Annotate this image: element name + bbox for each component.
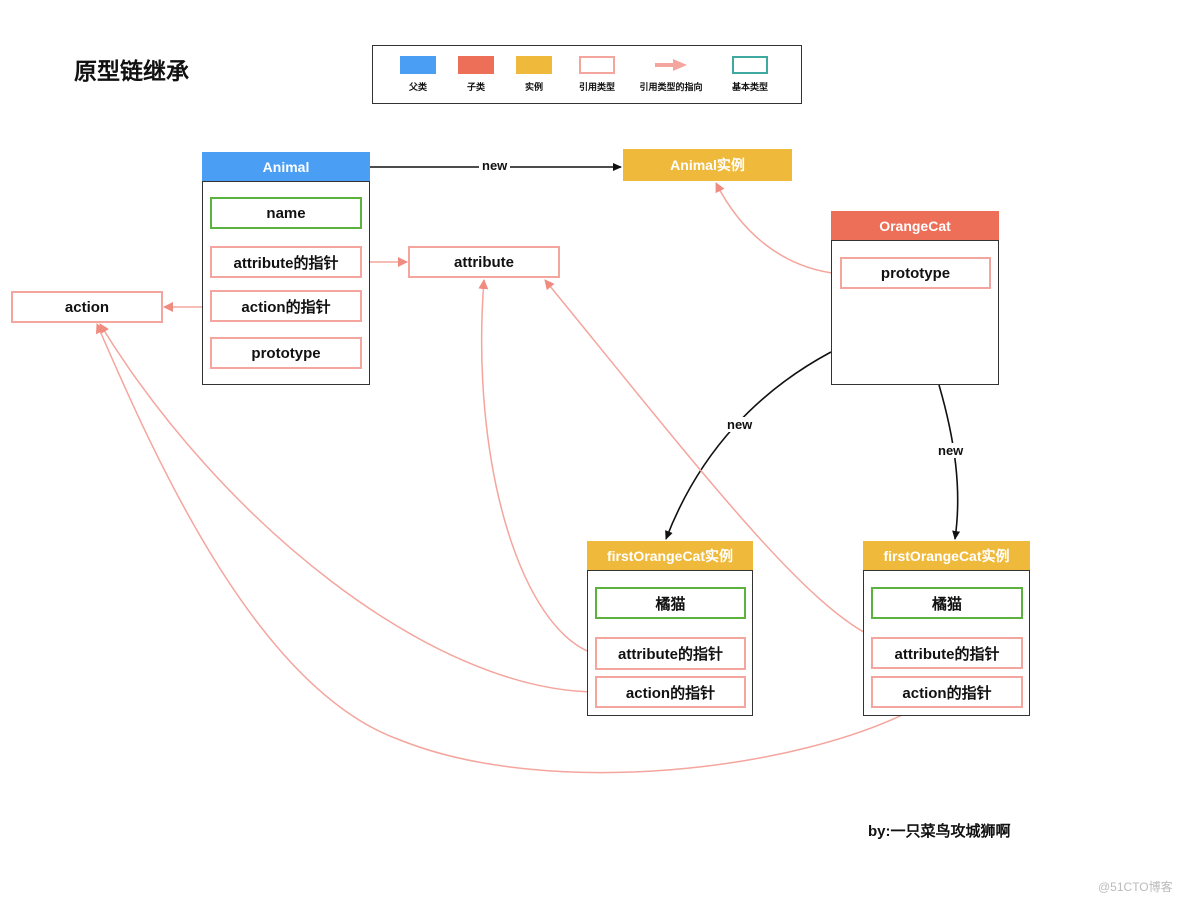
legend-item-reference-arrow: 引用类型的指向 xyxy=(631,56,711,93)
instance2-header: firstOrangeCat实例 xyxy=(863,541,1030,571)
legend-item-child: 子类 xyxy=(451,56,501,93)
new-arrow-cat-to-instance1 xyxy=(665,351,832,540)
animal-header: Animal xyxy=(202,152,370,182)
orangecat-field-prototype: prototype xyxy=(840,257,991,289)
ref-arrow-inst1-attribute xyxy=(478,279,596,655)
instance1-field-name: 橘猫 xyxy=(595,587,746,619)
legend-item-primitive: 基本类型 xyxy=(723,56,777,93)
legend-swatch-blue xyxy=(400,56,436,74)
animal-field-name: name xyxy=(210,197,362,229)
legend-swatch-yellow xyxy=(516,56,552,74)
legend-item-reference: 引用类型 xyxy=(569,56,625,93)
author-credit: by:一只菜鸟攻城狮啊 xyxy=(868,823,1011,840)
edge-label-new: new xyxy=(479,158,511,173)
watermark: @51CTO博客 xyxy=(1098,880,1173,894)
attribute-box: attribute xyxy=(408,246,560,278)
edge-label-new: new xyxy=(935,443,967,458)
legend-item-parent: 父类 xyxy=(393,56,443,93)
legend-swatch-outline-teal xyxy=(732,56,768,74)
legend-label: 实例 xyxy=(524,82,543,92)
animal-field-attribute-pointer: attribute的指针 xyxy=(210,246,362,278)
animal-field-prototype: prototype xyxy=(210,337,362,369)
instance2-field-attribute-pointer: attribute的指针 xyxy=(871,637,1023,669)
ref-arrow-prototype-to-animal-instance xyxy=(715,182,841,275)
edge-label-new: new xyxy=(724,417,756,432)
legend-swatch-outline-pink xyxy=(579,56,615,74)
instance2-field-action-pointer: action的指针 xyxy=(871,676,1023,708)
animal-field-action-pointer: action的指针 xyxy=(210,290,362,322)
instance2-field-name: 橘猫 xyxy=(871,587,1023,619)
instance1-header: firstOrangeCat实例 xyxy=(587,541,753,571)
legend-label: 基本类型 xyxy=(731,82,768,92)
legend-item-instance: 实例 xyxy=(509,56,559,93)
diagram-title: 原型链继承 xyxy=(74,58,189,84)
action-box: action xyxy=(11,291,163,323)
legend-label: 引用类型 xyxy=(578,82,615,92)
arrow-right-icon xyxy=(653,56,689,74)
orangecat-header: OrangeCat xyxy=(831,211,999,241)
instance1-field-action-pointer: action的指针 xyxy=(595,676,746,708)
ref-arrow-inst2-action xyxy=(95,323,917,774)
legend-swatch-red xyxy=(458,56,494,74)
animal-instance-box: Animal实例 xyxy=(623,149,792,181)
legend-label: 父类 xyxy=(408,82,427,92)
new-arrow-cat-to-instance2 xyxy=(938,384,961,540)
legend-label: 子类 xyxy=(466,82,485,92)
legend-label: 引用类型的指向 xyxy=(639,82,703,92)
legend: 父类 子类 实例 引用类型 引用类型的指向 基本类型 xyxy=(372,45,802,104)
connector-layer xyxy=(95,163,961,774)
instance1-field-attribute-pointer: attribute的指针 xyxy=(595,637,746,670)
